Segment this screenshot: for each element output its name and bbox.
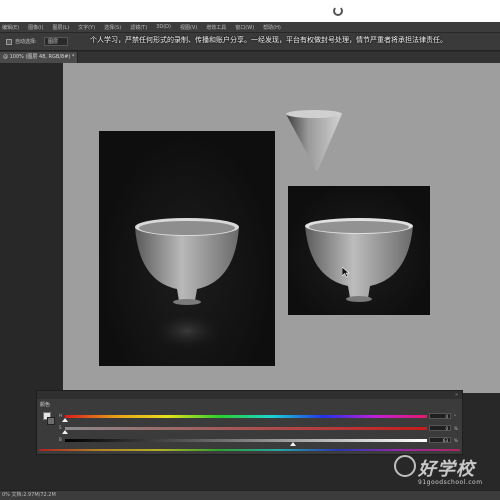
- bowl-image-large: [135, 218, 239, 353]
- background-color-swatch[interactable]: [47, 417, 55, 425]
- bowl-image-small: [305, 218, 413, 302]
- brightness-unit: %: [454, 438, 458, 443]
- menu-item-window[interactable]: 窗口(W): [235, 24, 254, 31]
- color-panel-title[interactable]: 颜色: [40, 401, 50, 408]
- copyright-notice: 个人学习，严禁任何形式的录制、传播和账户分享。一经发现，平台有权做封号处理，情节…: [90, 36, 447, 44]
- auto-select-checkbox[interactable]: [6, 38, 12, 45]
- menu-item-layer[interactable]: 图层(L): [52, 24, 69, 31]
- hue-unit: °: [454, 414, 456, 419]
- hue-slider-thumb[interactable]: [62, 418, 68, 422]
- document-tab[interactable]: @ 100% (图层 48, RGB/8#) *: [0, 52, 78, 63]
- color-spectrum-bar[interactable]: [39, 449, 460, 451]
- tab-strip: [78, 52, 500, 63]
- collapse-icon[interactable]: »: [455, 391, 458, 399]
- brightness-label: B: [59, 437, 62, 442]
- browser-title-bar: [0, 0, 500, 22]
- mouse-cursor-icon: [342, 267, 350, 277]
- auto-select-label: 自动选择:: [15, 39, 37, 45]
- menu-item-image[interactable]: 图像(I): [28, 24, 43, 31]
- saturation-slider[interactable]: [65, 427, 427, 430]
- menu-item-3d[interactable]: 3D(D): [156, 24, 171, 30]
- menu-item-edit[interactable]: 编辑(E): [2, 24, 19, 31]
- saturation-value-field[interactable]: 0: [429, 425, 451, 431]
- color-panel-header[interactable]: »: [37, 391, 462, 399]
- color-panel: » 颜色 H 0 ° S 0 % B 63 %: [36, 390, 463, 455]
- menu-item-help[interactable]: 帮助(H): [263, 24, 281, 31]
- watermark-url: 91goodschool.com: [418, 479, 483, 486]
- bowl-photo-small[interactable]: [288, 186, 430, 315]
- cone-shape[interactable]: [284, 110, 344, 174]
- loading-spinner-icon: [333, 6, 343, 16]
- menu-item-filter[interactable]: 滤镜(T): [130, 24, 147, 31]
- auto-select-option[interactable]: 自动选择:: [6, 38, 37, 45]
- menu-item-plugins[interactable]: 增效工具: [206, 24, 226, 31]
- bowl-photo-large[interactable]: [99, 131, 275, 366]
- saturation-unit: %: [454, 426, 458, 431]
- layer-select-dropdown[interactable]: 图层: [44, 37, 68, 46]
- brightness-slider[interactable]: [65, 439, 427, 442]
- hue-slider[interactable]: [65, 415, 427, 418]
- menu-item-view[interactable]: 视图(V): [180, 24, 197, 31]
- hue-value-field[interactable]: 0: [429, 413, 451, 419]
- menu-bar: 编辑(E) 图像(I) 图层(L) 文字(Y) 选择(S) 滤镜(T) 3D(D…: [0, 22, 500, 33]
- menu-item-type[interactable]: 文字(Y): [78, 24, 95, 31]
- menu-item-select[interactable]: 选择(S): [104, 24, 121, 31]
- saturation-slider-thumb[interactable]: [62, 430, 68, 434]
- brightness-slider-thumb[interactable]: [290, 442, 297, 446]
- watermark-brand: 好学校: [418, 459, 475, 480]
- watermark: 好学校 91goodschool.com: [394, 455, 494, 495]
- watermark-logo-icon: [394, 455, 416, 477]
- brightness-value-field[interactable]: 63: [429, 437, 451, 443]
